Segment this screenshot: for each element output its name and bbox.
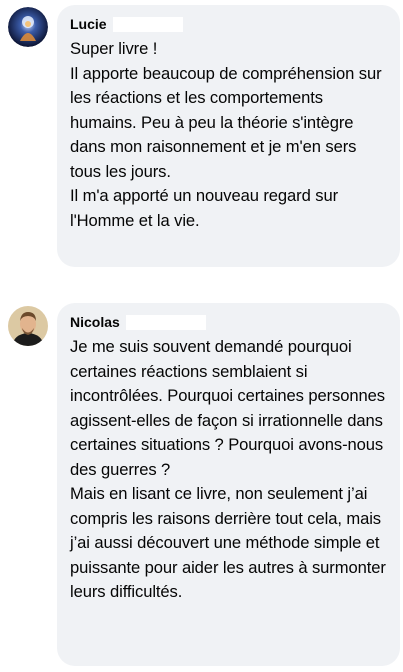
comment-bubble: Nicolas Je me suis souvent demandé pourq…: [57, 303, 400, 666]
avatar[interactable]: [8, 306, 48, 346]
avatar[interactable]: [8, 7, 48, 47]
redacted-surname: [112, 16, 183, 32]
man-portrait-avatar-icon: [8, 306, 48, 346]
comment-text: Super livre ! Il apporte beaucoup de com…: [70, 39, 382, 230]
comment-text: Je me suis souvent demandé pourquoi cert…: [70, 337, 386, 601]
comment-author[interactable]: Lucie: [70, 16, 107, 32]
cosmic-figure-avatar-icon: [8, 7, 48, 47]
comment-author[interactable]: Nicolas: [70, 314, 120, 330]
comment-bubble: Lucie Super livre ! Il apporte beaucoup …: [57, 5, 400, 267]
redacted-surname: [125, 314, 206, 330]
